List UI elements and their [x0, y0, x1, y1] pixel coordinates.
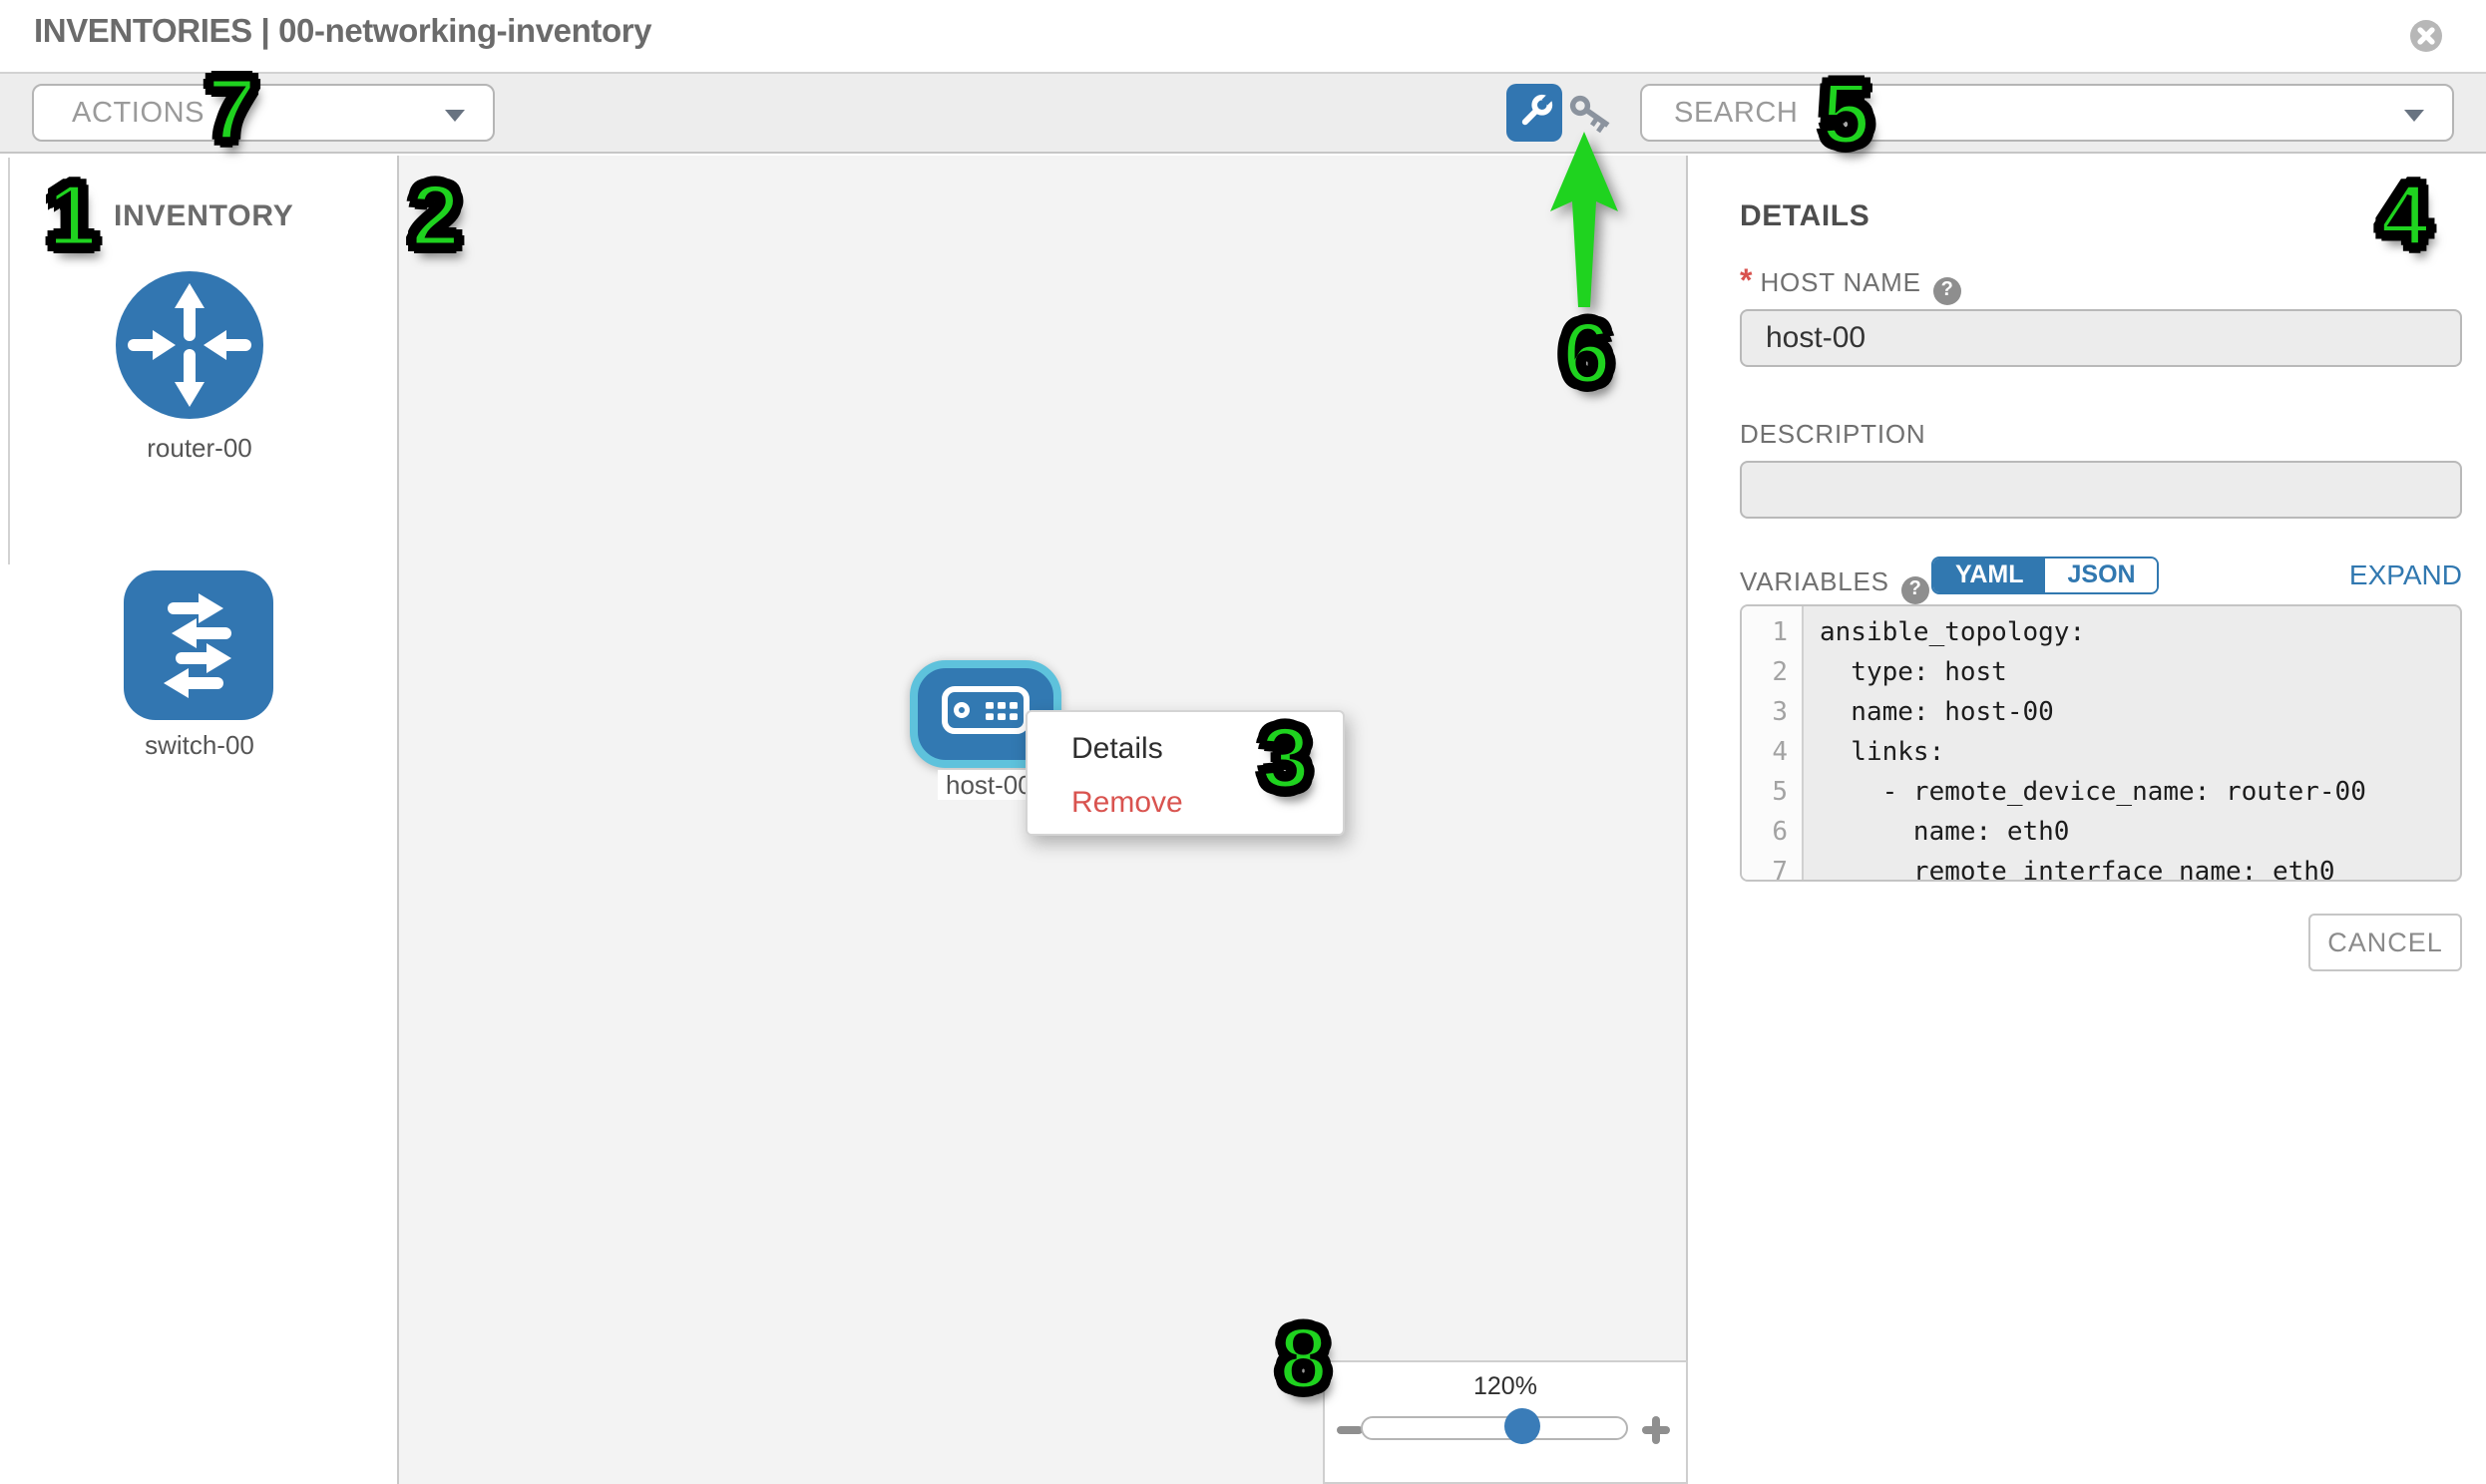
format-toggle: YAML JSON	[1931, 556, 2160, 594]
chevron-down-icon	[445, 110, 465, 122]
line-number: 7	[1742, 854, 1802, 882]
actions-dropdown-label: ACTIONS	[72, 98, 205, 130]
host-name-input[interactable]	[1740, 309, 2462, 367]
variables-label: VARIABLES	[1740, 566, 1889, 596]
variables-editor[interactable]: 1 2 3 4 5 6 7 ansible_topology: type: ho…	[1740, 604, 2462, 882]
inventory-title: INVENTORY	[114, 199, 294, 233]
search-placeholder: SEARCH	[1674, 98, 1798, 130]
code-line: name: host-00	[1804, 694, 2460, 734]
router-icon	[116, 271, 263, 419]
device-label-switch: switch-00	[0, 730, 399, 760]
description-input[interactable]	[1740, 461, 2462, 519]
line-number: 6	[1742, 814, 1802, 854]
expand-link[interactable]: EXPAND	[2263, 558, 2462, 590]
zoom-out-button[interactable]	[1337, 1426, 1363, 1433]
sidebar-device-router[interactable]	[116, 271, 263, 419]
host-name-label: HOST NAME	[1760, 267, 1920, 297]
host-name-label-row: * HOST NAME?	[1740, 265, 1961, 305]
description-label: DESCRIPTION	[1740, 419, 1926, 449]
json-toggle-button[interactable]: JSON	[2046, 558, 2158, 592]
search-dropdown[interactable]: SEARCH	[1640, 84, 2454, 142]
help-icon[interactable]: ?	[1933, 277, 1961, 305]
zoom-level-label: 120%	[1325, 1372, 1686, 1400]
line-number: 3	[1742, 694, 1802, 734]
inventory-topology-page: INVENTORIES | 00-networking-inventory AC…	[0, 0, 2486, 1484]
line-number: 4	[1742, 734, 1802, 774]
host-icon	[942, 686, 1030, 734]
annotation-1: 1	[48, 174, 97, 261]
annotation-3: 3	[1261, 716, 1310, 804]
description-label-row: DESCRIPTION	[1740, 417, 1926, 453]
code-line: ansible_topology:	[1804, 614, 2460, 654]
annotation-6: 6	[1562, 311, 1611, 399]
editor-code[interactable]: ansible_topology: type: host name: host-…	[1804, 606, 2460, 882]
line-number: 2	[1742, 654, 1802, 694]
zoom-slider-track[interactable]	[1361, 1415, 1628, 1439]
editor-gutter: 1 2 3 4 5 6 7	[1742, 606, 1804, 882]
cancel-button[interactable]: CANCEL	[2308, 914, 2462, 971]
code-line: - remote_device_name: router-00	[1804, 774, 2460, 814]
code-line: links:	[1804, 734, 2460, 774]
code-line: remote_interface_name: eth0	[1804, 854, 2460, 882]
help-icon[interactable]: ?	[1901, 576, 1929, 604]
annotation-2: 2	[411, 174, 460, 261]
sidebar-inner-border	[8, 158, 10, 564]
code-line: name: eth0	[1804, 814, 2460, 854]
actions-dropdown[interactable]: ACTIONS	[32, 84, 495, 142]
annotation-7: 7	[207, 68, 256, 156]
close-icon[interactable]	[2410, 20, 2442, 52]
code-line: type: host	[1804, 654, 2460, 694]
line-number: 1	[1742, 614, 1802, 654]
page-header: INVENTORIES | 00-networking-inventory	[0, 0, 2486, 72]
zoom-control: 120%	[1323, 1360, 1688, 1484]
chevron-down-icon	[2404, 110, 2424, 122]
zoom-slider-row	[1325, 1410, 1686, 1450]
annotation-8: 8	[1279, 1316, 1328, 1404]
zoom-slider-handle[interactable]	[1504, 1407, 1540, 1443]
yaml-toggle-button[interactable]: YAML	[1933, 558, 2046, 592]
annotation-5: 5	[1822, 72, 1870, 160]
variables-label-row: VARIABLES?	[1740, 564, 1929, 604]
zoom-in-button[interactable]	[1642, 1416, 1670, 1444]
sidebar-device-switch[interactable]	[124, 570, 273, 720]
line-number: 5	[1742, 774, 1802, 814]
switch-icon	[124, 570, 273, 720]
details-panel-title: DETAILS	[1740, 199, 1869, 233]
page-title: INVENTORIES | 00-networking-inventory	[34, 14, 651, 52]
required-asterisk: *	[1740, 265, 1752, 299]
device-label-router: router-00	[0, 433, 399, 463]
annotation-up-arrow-icon	[1536, 128, 1632, 315]
annotation-4: 4	[2380, 174, 2429, 261]
